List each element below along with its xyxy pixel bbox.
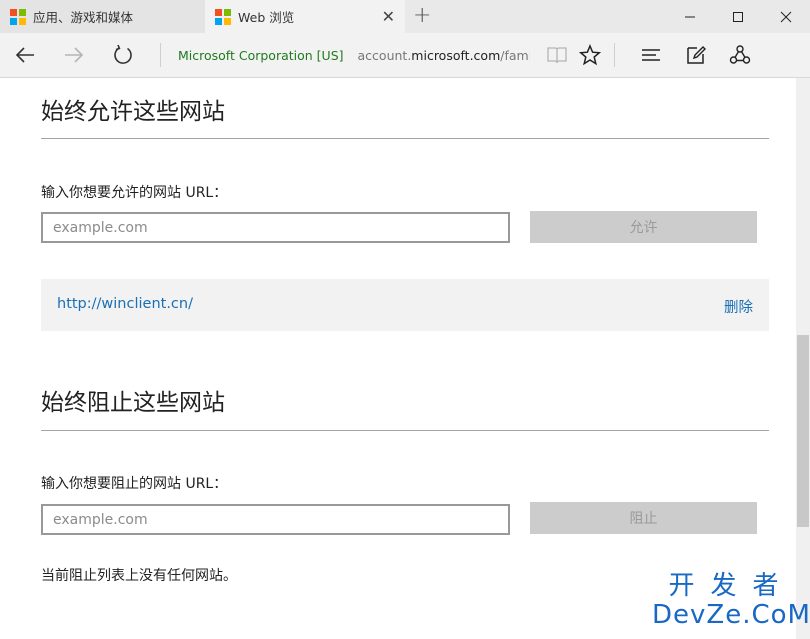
allow-button[interactable]: 允许 — [530, 211, 757, 243]
refresh-button[interactable] — [107, 39, 139, 71]
watermark: 开发者 DevZe.CoM — [652, 572, 810, 630]
refresh-icon — [114, 44, 132, 64]
watermark-line2: DevZe.CoM — [652, 600, 810, 630]
scrollbar-thumb[interactable] — [797, 335, 809, 527]
block-section-heading: 始终阻止这些网站 — [41, 390, 225, 416]
book-icon — [547, 47, 567, 64]
allow-section-heading: 始终允许这些网站 — [41, 99, 225, 125]
reading-view-button[interactable] — [541, 39, 573, 71]
block-input-label: 输入你想要阻止的网站 URL： — [41, 476, 228, 492]
tab-apps-games-media[interactable]: 应用、游戏和媒体 — [0, 0, 205, 33]
share-icon — [729, 45, 751, 64]
watermark-line1: 开发者 — [668, 571, 795, 601]
tab-web-browsing[interactable]: Web 浏览 ✕ — [205, 0, 405, 33]
minimize-icon — [685, 16, 695, 17]
star-icon — [579, 44, 601, 66]
divider — [160, 43, 161, 67]
forward-button[interactable] — [58, 39, 90, 71]
back-button[interactable] — [9, 39, 41, 71]
web-note-button[interactable] — [680, 39, 712, 71]
tab-title: 应用、游戏和媒体 — [33, 10, 134, 25]
page-content: 始终允许这些网站 输入你想要允许的网站 URL： 允许 http://wincl… — [0, 78, 796, 639]
list-item: http://winclient.cn/ 删除 — [41, 279, 769, 331]
minimize-button[interactable] — [666, 0, 714, 33]
maximize-button[interactable] — [714, 0, 762, 33]
plus-icon[interactable]: + — [413, 3, 431, 28]
certificate-name: Microsoft Corporation [US] — [178, 47, 344, 63]
windows-logo-icon — [10, 8, 26, 25]
delete-site-button[interactable]: 删除 — [724, 296, 753, 317]
hub-button[interactable] — [635, 39, 667, 71]
close-icon[interactable]: ✕ — [382, 7, 395, 26]
close-window-button[interactable] — [762, 0, 810, 33]
divider — [614, 43, 615, 67]
allowed-site-link[interactable]: http://winclient.cn/ — [57, 296, 193, 312]
url-text: account.microsoft.com/family — [357, 47, 530, 63]
pen-note-icon — [687, 46, 706, 64]
divider — [41, 138, 769, 139]
address-bar[interactable]: Microsoft Corporation [US] account.micro… — [170, 43, 530, 67]
back-arrow-icon — [15, 47, 34, 63]
close-icon — [780, 11, 792, 22]
forward-arrow-icon — [65, 47, 84, 63]
hub-icon — [642, 49, 660, 61]
allow-url-input[interactable] — [41, 212, 510, 243]
allow-input-label: 输入你想要允许的网站 URL： — [41, 185, 228, 201]
windows-logo-icon — [215, 8, 231, 25]
tab-strip: 应用、游戏和媒体 Web 浏览 ✕ + — [0, 0, 810, 33]
share-button[interactable] — [724, 39, 756, 71]
maximize-icon — [733, 11, 743, 22]
divider — [41, 430, 769, 431]
empty-block-list-message: 当前阻止列表上没有任何网站。 — [41, 568, 237, 584]
favorite-button[interactable] — [574, 39, 606, 71]
navigation-bar: Microsoft Corporation [US] account.micro… — [0, 33, 810, 78]
tab-title: Web 浏览 — [238, 10, 295, 25]
block-url-input[interactable] — [41, 504, 510, 535]
block-button[interactable]: 阻止 — [530, 502, 757, 534]
